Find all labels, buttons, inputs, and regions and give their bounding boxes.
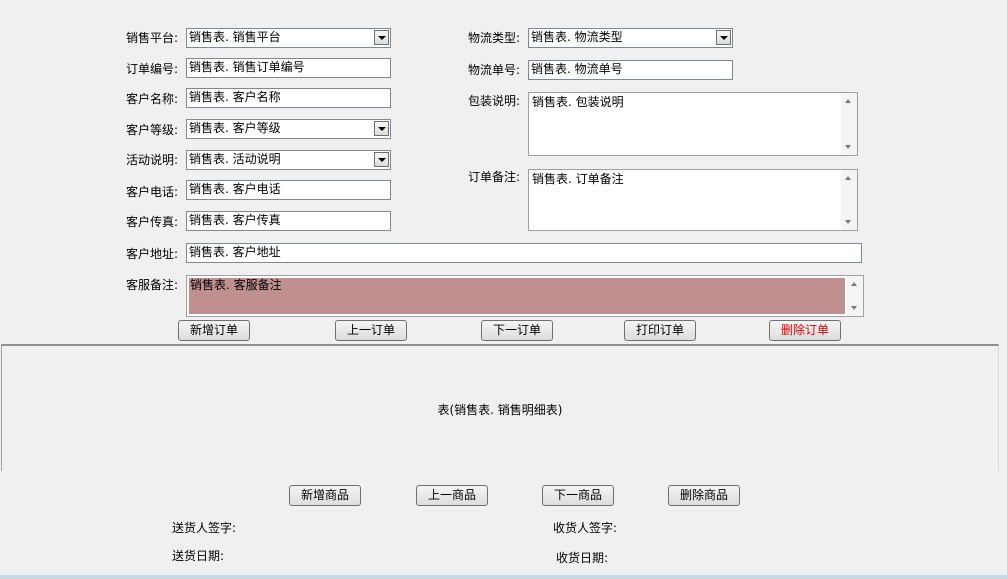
platform-label: 销售平台: <box>126 31 179 45</box>
customer-name-label: 客户名称: <box>126 92 179 106</box>
chevron-down-icon[interactable] <box>374 121 389 136</box>
platform-select[interactable]: 销售表. 销售平台 <box>186 28 391 48</box>
scroll-down-icon[interactable] <box>845 145 851 149</box>
new-item-button[interactable]: 新增商品 <box>289 485 361 506</box>
sales-detail-table-label: 表(销售表. 销售明细表) <box>437 403 563 417</box>
prev-order-button[interactable]: 上一订单 <box>335 320 407 341</box>
fax-value: 销售表. 客户传真 <box>189 213 281 227</box>
address-field[interactable]: 销售表. 客户地址 <box>186 243 862 263</box>
customer-name-value: 销售表. 客户名称 <box>189 90 281 104</box>
delete-order-button[interactable]: 删除订单 <box>769 320 841 341</box>
chevron-down-icon[interactable] <box>374 30 389 45</box>
order-no-label: 订单编号: <box>126 62 179 76</box>
scroll-down-icon[interactable] <box>851 306 857 310</box>
receiver-sign-label: 收货人签字: <box>553 521 618 535</box>
order-no-field[interactable]: 销售表. 销售订单编号 <box>186 58 391 78</box>
sender-sign-label: 送货人签字: <box>172 521 237 535</box>
packing-scrollbar[interactable] <box>841 93 857 155</box>
service-note-scrollbar[interactable] <box>847 276 863 316</box>
scroll-up-icon[interactable] <box>845 99 851 103</box>
order-note-label: 订单备注: <box>468 170 521 184</box>
prev-item-button[interactable]: 上一商品 <box>416 485 488 506</box>
customer-level-value: 销售表. 客户等级 <box>189 121 281 135</box>
activity-label: 活动说明: <box>126 153 179 167</box>
packing-label: 包装说明: <box>468 94 521 108</box>
chevron-down-icon[interactable] <box>374 152 389 167</box>
send-date-label: 送货日期: <box>172 549 225 563</box>
phone-field[interactable]: 销售表. 客户电话 <box>186 180 391 200</box>
fax-label: 客户传真: <box>126 215 179 229</box>
packing-textarea[interactable]: 销售表. 包装说明 <box>528 92 858 156</box>
logistics-type-label: 物流类型: <box>468 31 521 45</box>
window-bottom-border <box>0 575 1007 579</box>
scroll-down-icon[interactable] <box>845 220 851 224</box>
order-note-scrollbar[interactable] <box>841 170 857 230</box>
next-item-button[interactable]: 下一商品 <box>542 485 614 506</box>
fax-field[interactable]: 销售表. 客户传真 <box>186 211 391 231</box>
receive-date-label: 收货日期: <box>556 551 609 565</box>
customer-level-select[interactable]: 销售表. 客户等级 <box>186 119 391 139</box>
customer-level-label: 客户等级: <box>126 123 179 137</box>
logistics-type-select[interactable]: 销售表. 物流类型 <box>528 28 733 48</box>
customer-name-field[interactable]: 销售表. 客户名称 <box>186 88 391 108</box>
scroll-up-icon[interactable] <box>845 176 851 180</box>
order-note-textarea[interactable]: 销售表. 订单备注 <box>528 169 858 231</box>
delete-item-button[interactable]: 删除商品 <box>668 485 740 506</box>
next-order-button[interactable]: 下一订单 <box>481 320 553 341</box>
logistics-no-label: 物流单号: <box>468 63 521 77</box>
sales-detail-table[interactable]: 表(销售表. 销售明细表) <box>1 344 999 471</box>
logistics-type-value: 销售表. 物流类型 <box>531 30 623 44</box>
new-order-button[interactable]: 新增订单 <box>178 320 250 341</box>
print-order-button[interactable]: 打印订单 <box>624 320 696 341</box>
activity-select[interactable]: 销售表. 活动说明 <box>186 150 391 170</box>
address-label: 客户地址: <box>126 247 179 261</box>
activity-value: 销售表. 活动说明 <box>189 152 281 166</box>
service-note-value: 销售表. 客服备注 <box>190 278 282 292</box>
logistics-no-value: 销售表. 物流单号 <box>531 62 623 76</box>
phone-label: 客户电话: <box>126 185 179 199</box>
service-note-label: 客服备注: <box>126 278 179 292</box>
chevron-down-icon[interactable] <box>716 30 731 45</box>
service-note-textarea[interactable]: 销售表. 客服备注 <box>186 275 864 317</box>
packing-value: 销售表. 包装说明 <box>532 95 624 109</box>
phone-value: 销售表. 客户电话 <box>189 182 281 196</box>
order-no-value: 销售表. 销售订单编号 <box>189 60 305 74</box>
order-note-value: 销售表. 订单备注 <box>532 172 624 186</box>
service-note-highlight <box>189 278 845 314</box>
scroll-up-icon[interactable] <box>851 282 857 286</box>
address-value: 销售表. 客户地址 <box>189 245 281 259</box>
logistics-no-field[interactable]: 销售表. 物流单号 <box>528 60 733 80</box>
platform-value: 销售表. 销售平台 <box>189 30 281 44</box>
